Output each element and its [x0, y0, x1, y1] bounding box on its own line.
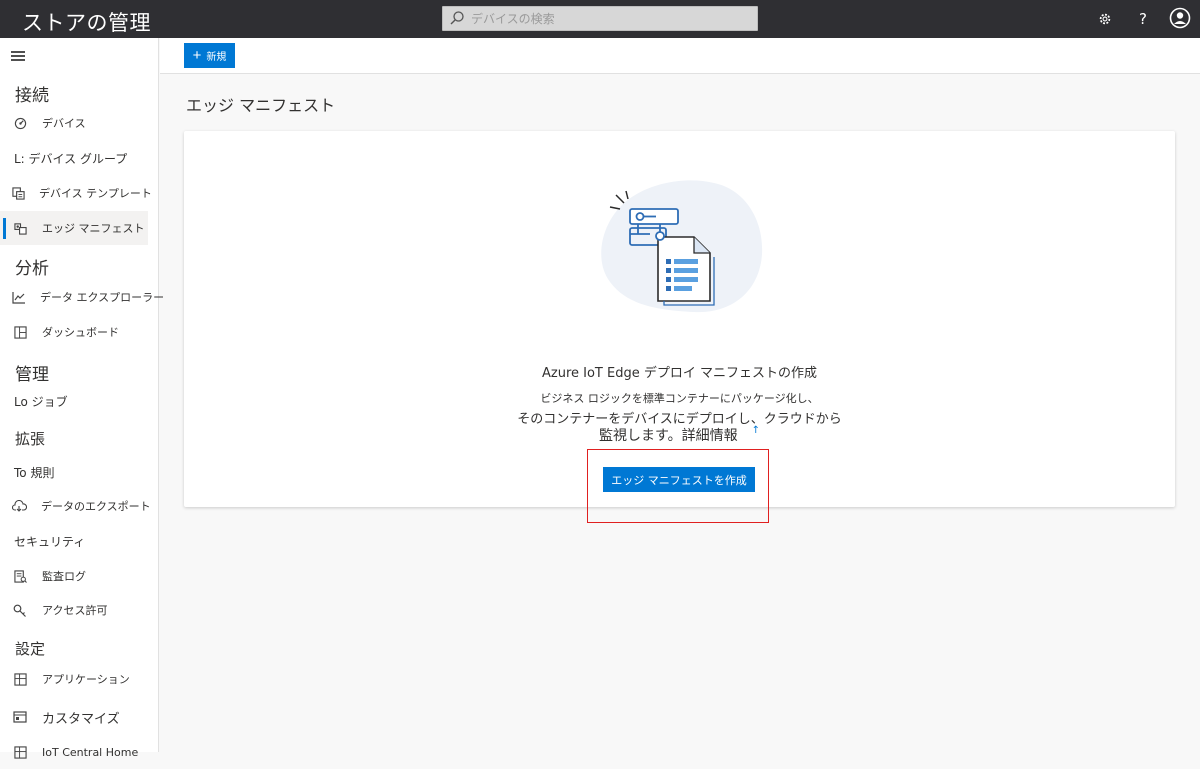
sidebar-item-device-templates[interactable]: デバイス テンプレート — [0, 176, 152, 210]
sidebar-item-label: デバイス — [42, 117, 86, 130]
sidebar-item-data-explorer[interactable]: データ エクスプローラー — [0, 280, 164, 314]
application-icon — [12, 671, 28, 687]
edge-manifest-icon — [12, 220, 28, 236]
chart-line-icon — [12, 289, 26, 305]
search-input[interactable] — [471, 7, 755, 30]
sidebar-section-manage: 管理 — [15, 365, 49, 385]
sidebar-section-extend: 拡張 — [15, 430, 46, 448]
new-button-label: 新規 — [206, 52, 227, 63]
account-icon[interactable] — [1169, 7, 1191, 29]
highlight-annotation — [587, 449, 769, 523]
sidebar-item-devices[interactable]: デバイス — [0, 106, 148, 140]
manifest-illustration-icon — [601, 180, 763, 313]
cloud-export-icon — [12, 498, 27, 514]
sidebar-item-label: L: デバイス グループ — [14, 151, 128, 166]
page-title: エッジ マニフェスト — [186, 96, 336, 115]
description-text: 監視します。 — [599, 428, 682, 444]
sidebar-item-label: IoT Central Home — [42, 745, 139, 759]
sidebar-section-analyze: 分析 — [15, 259, 49, 279]
home-grid-icon — [12, 744, 28, 760]
help-icon[interactable]: ? — [1132, 8, 1154, 30]
sidebar-item-iot-central-home[interactable]: IoT Central Home — [0, 735, 148, 769]
top-bar: ストアの管理 ? — [0, 0, 1200, 38]
sidebar-item-permissions[interactable]: アクセス許可 — [0, 593, 148, 627]
app-title: ストアの管理 — [22, 11, 151, 35]
learn-more-link[interactable]: 詳細情報 — [682, 428, 738, 444]
sidebar-item-audit-logs[interactable]: 監査ログ — [0, 559, 148, 593]
sidebar-item-label: カスタマイズ — [42, 711, 120, 727]
sidebar-item-label: データのエクスポート — [41, 500, 151, 513]
sidebar-item-label: Lo ジョブ — [14, 394, 68, 409]
customize-icon — [12, 709, 28, 725]
search-box[interactable] — [442, 6, 758, 31]
gear-icon[interactable] — [1094, 8, 1116, 30]
sidebar-item-jobs[interactable]: Lo ジョブ — [0, 384, 148, 418]
sidebar-section-settings: 設定 — [15, 640, 46, 658]
command-bar: + 新規 — [160, 38, 1200, 74]
plus-icon: + — [192, 47, 202, 64]
dashboard-icon — [12, 324, 28, 340]
sidebar-item-data-export[interactable]: データのエクスポート — [0, 489, 151, 523]
template-icon — [12, 185, 25, 201]
empty-state-description-line1: ビジネス ロジックを標準コンテナーにパッケージ化し、 — [540, 392, 819, 405]
sidebar-section-connect: 接続 — [15, 86, 49, 106]
sidebar-item-label: ダッシュボード — [42, 326, 119, 339]
empty-state-title: Azure IoT Edge デプロイ マニフェストの作成 — [542, 366, 817, 381]
search-icon — [450, 11, 464, 25]
sidebar-item-label: セキュリティ — [14, 534, 86, 549]
sidebar-item-edge-manifests[interactable]: エッジ マニフェスト — [0, 211, 148, 245]
key-icon — [12, 602, 28, 618]
sidebar-item-customize[interactable]: カスタマイズ — [0, 700, 148, 734]
audit-log-icon — [12, 568, 28, 584]
sidebar-item-label: 監査ログ — [42, 570, 86, 583]
sidebar-item-rules[interactable]: To 規則 — [0, 455, 148, 489]
sidebar-item-label: データ エクスプローラー — [40, 291, 165, 304]
sidebar-item-device-groups[interactable]: L: デバイス グループ — [0, 141, 148, 175]
sidebar-item-label: アプリケーション — [42, 673, 130, 686]
sidebar-item-dashboards[interactable]: ダッシュボード — [0, 315, 148, 349]
sidebar-item-label: アクセス許可 — [42, 604, 108, 617]
hamburger-menu-icon[interactable] — [11, 51, 25, 61]
empty-state-description-line3: 監視します。詳細情報 ↑ — [184, 425, 1175, 445]
new-button[interactable]: + 新規 — [184, 43, 235, 68]
sidebar-item-label: To 規則 — [14, 465, 55, 480]
sidebar-item-applications[interactable]: アプリケーション — [0, 662, 148, 696]
sidebar: 接続 デバイス L: デバイス グループ デバイス テンプレート エッジ マニフ… — [0, 38, 164, 759]
sidebar-item-security[interactable]: セキュリティ — [0, 524, 148, 558]
sidebar-item-label: エッジ マニフェスト — [42, 222, 145, 235]
sidebar-item-label: デバイス テンプレート — [39, 187, 152, 200]
device-icon — [12, 115, 28, 131]
external-link-icon[interactable]: ↑ — [752, 425, 760, 436]
